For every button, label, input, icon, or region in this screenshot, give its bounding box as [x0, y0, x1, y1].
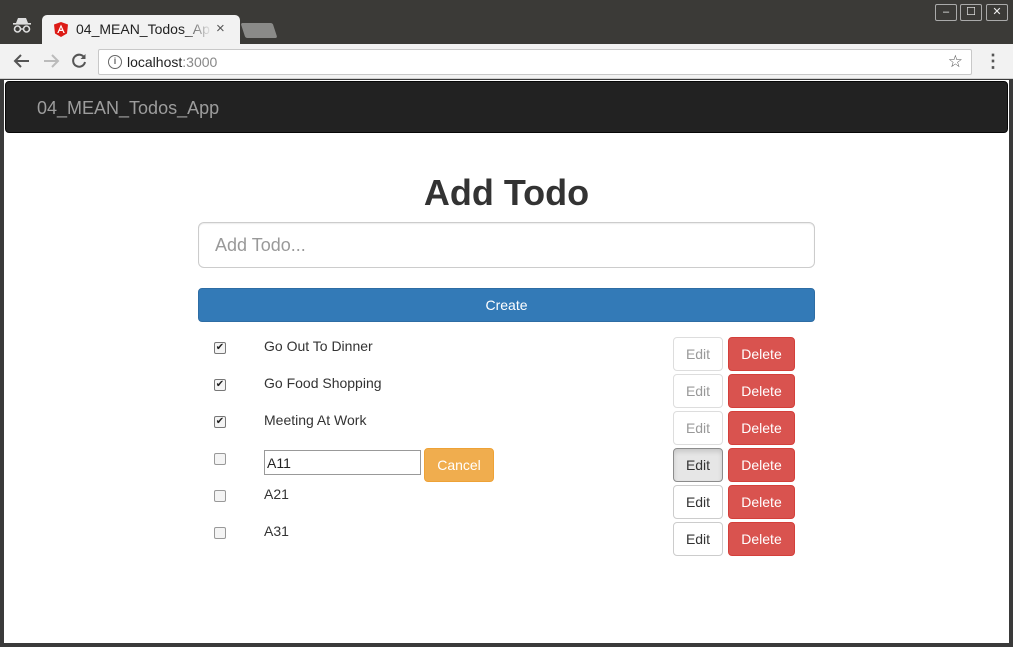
star-icon[interactable]: ☆	[948, 52, 963, 72]
tab-close-icon[interactable]: ×	[216, 20, 225, 37]
browser-tab[interactable]: 04_MEAN_Todos_App ×	[42, 15, 240, 44]
todo-text: A31	[264, 523, 289, 539]
delete-button[interactable]: Delete	[728, 411, 795, 445]
edit-button[interactable]: Edit	[673, 374, 723, 408]
todo-checkbox[interactable]	[214, 490, 226, 502]
delete-button[interactable]: Delete	[728, 522, 795, 556]
todo-text: Go Food Shopping	[264, 375, 382, 391]
navbar-brand[interactable]: 04_MEAN_Todos_App	[37, 98, 219, 119]
edit-button[interactable]: Edit	[673, 448, 723, 482]
reload-icon[interactable]	[70, 52, 88, 70]
todo-row: A31 Edit Delete	[4, 522, 1009, 560]
todo-text: Go Out To Dinner	[264, 338, 373, 354]
cancel-button[interactable]: Cancel	[424, 448, 494, 482]
todo-checkbox[interactable]: ✔	[214, 379, 226, 391]
incognito-icon	[13, 18, 31, 33]
delete-button[interactable]: Delete	[728, 337, 795, 371]
forward-arrow-icon[interactable]	[41, 52, 61, 70]
delete-button[interactable]: Delete	[728, 448, 795, 482]
page-title: Add Todo	[423, 172, 590, 213]
page-viewport: 04_MEAN_Todos_App Add Todo Create ✔ Go O…	[4, 80, 1009, 643]
edit-button[interactable]: Edit	[673, 411, 723, 445]
todo-row: ✔ Go Out To Dinner Edit Delete	[4, 337, 1009, 375]
todo-checkbox[interactable]	[214, 453, 226, 465]
create-button[interactable]: Create	[198, 288, 815, 322]
browser-toolbar: i localhost:3000 ☆ ⋮	[0, 44, 1013, 79]
todo-row: ✔ Meeting At Work Edit Delete	[4, 411, 1009, 449]
minimize-button[interactable]: –	[935, 4, 957, 21]
todo-row-editing: Cancel Edit Delete	[4, 448, 1009, 486]
title-bar: 04_MEAN_Todos_App × – ☐ ✕	[0, 0, 1013, 44]
new-tab-button[interactable]	[240, 23, 278, 38]
back-arrow-icon[interactable]	[12, 52, 32, 70]
angular-icon	[54, 22, 68, 37]
app-navbar: 04_MEAN_Todos_App	[5, 81, 1008, 133]
edit-todo-input[interactable]	[264, 450, 421, 475]
delete-button[interactable]: Delete	[728, 485, 795, 519]
todo-checkbox[interactable]	[214, 527, 226, 539]
edit-button[interactable]: Edit	[673, 485, 723, 519]
todo-text: A21	[264, 486, 289, 502]
edit-button[interactable]: Edit	[673, 337, 723, 371]
delete-button[interactable]: Delete	[728, 374, 795, 408]
maximize-button[interactable]: ☐	[960, 4, 982, 21]
url-text: localhost:3000	[127, 54, 217, 70]
todo-checkbox[interactable]: ✔	[214, 342, 226, 354]
tab-title-fade	[182, 15, 212, 44]
edit-button[interactable]: Edit	[673, 522, 723, 556]
url-host: localhost	[127, 54, 183, 70]
todo-row: ✔ Go Food Shopping Edit Delete	[4, 374, 1009, 412]
menu-dots-icon[interactable]: ⋮	[984, 51, 1002, 72]
todo-checkbox[interactable]: ✔	[214, 416, 226, 428]
todo-row: A21 Edit Delete	[4, 485, 1009, 523]
todo-text: Meeting At Work	[264, 412, 367, 428]
info-icon[interactable]: i	[108, 55, 122, 69]
close-window-button[interactable]: ✕	[986, 4, 1008, 21]
url-port: :3000	[182, 54, 218, 70]
address-bar[interactable]: i localhost:3000 ☆	[98, 49, 972, 75]
add-todo-input[interactable]	[198, 222, 815, 268]
